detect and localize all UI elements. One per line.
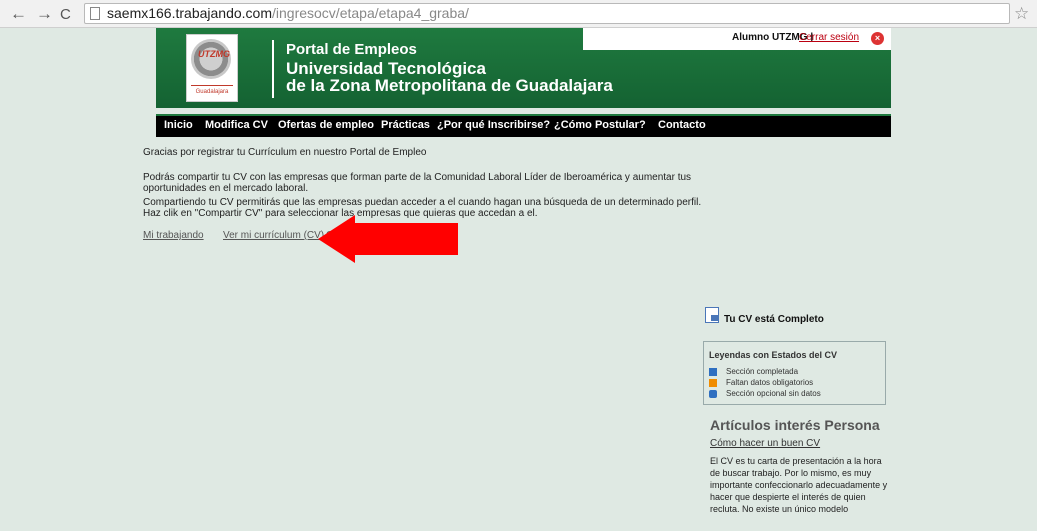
legend-missing: Faltan datos obligatorios bbox=[726, 378, 814, 387]
article-body: El CV es tu carta de presentación a la h… bbox=[710, 456, 888, 514]
back-icon[interactable]: ← bbox=[10, 4, 27, 24]
legend-title: Leyendas con Estados del CV bbox=[709, 350, 838, 360]
nav-practicas[interactable]: Prácticas bbox=[381, 119, 430, 131]
browser-toolbar: ← → C saemx166.trabajando.com/ingresocv/… bbox=[0, 0, 1037, 28]
legend-optional: Sección opcional sin datos bbox=[726, 389, 821, 398]
reload-icon[interactable]: C bbox=[60, 5, 71, 25]
mi-trabajando-link[interactable]: Mi trabajando bbox=[143, 230, 204, 241]
logo-subtext: Guadalajara bbox=[191, 85, 233, 98]
share-text-1: Podrás compartir tu CV con las empresas … bbox=[143, 172, 692, 183]
article-link[interactable]: Cómo hacer un buen CV bbox=[710, 438, 820, 449]
arrow-shape bbox=[318, 215, 458, 263]
share-text-2: oportunidades en el mercado laboral. bbox=[143, 183, 309, 194]
bookmark-star-icon[interactable]: ☆ bbox=[1014, 4, 1029, 24]
thanks-message: Gracias por registrar tu Currículum en n… bbox=[143, 147, 427, 158]
url-host: saemx166.trabajando.com bbox=[107, 5, 272, 21]
url-text: saemx166.trabajando.com/ingresocv/etapa/… bbox=[107, 5, 469, 21]
close-icon[interactable]: × bbox=[871, 32, 884, 45]
site-header: UTZMG Guadalajara Portal de Empleos Univ… bbox=[156, 28, 891, 108]
forward-icon[interactable]: → bbox=[36, 4, 53, 24]
articles-title: Artículos interés Persona bbox=[710, 417, 880, 433]
logout-link[interactable]: Cerrar sesión bbox=[799, 32, 859, 43]
utzmg-logo[interactable]: UTZMG Guadalajara bbox=[186, 34, 238, 102]
nav-como-postular[interactable]: ¿Cómo Postular? bbox=[554, 119, 646, 131]
address-bar[interactable]: saemx166.trabajando.com/ingresocv/etapa/… bbox=[84, 3, 1010, 24]
nav-inicio[interactable]: Inicio bbox=[164, 119, 193, 131]
missing-icon bbox=[709, 379, 717, 387]
cv-complete-label: Tu CV está Completo bbox=[724, 314, 824, 325]
completed-icon bbox=[709, 368, 717, 376]
logo-text: UTZMG bbox=[198, 49, 230, 59]
header-divider bbox=[272, 40, 274, 98]
cv-status-legend: Leyendas con Estados del CV Sección comp… bbox=[703, 341, 886, 405]
main-nav: Inicio Modifica CV Ofertas de empleo Prá… bbox=[156, 114, 891, 137]
nav-ofertas[interactable]: Ofertas de empleo bbox=[278, 119, 374, 131]
browser-menu-icon[interactable]: ⋮ bbox=[1031, 4, 1037, 22]
ver-cv-link[interactable]: Ver mi currículum (CV) bbox=[223, 230, 324, 241]
university-name-line2: de la Zona Metropolitana de Guadalajara bbox=[286, 76, 613, 95]
optional-icon bbox=[709, 390, 717, 398]
cv-complete-icon bbox=[705, 307, 719, 323]
share-text-3: Compartiendo tu CV permitirás que las em… bbox=[143, 197, 702, 208]
nav-modifica-cv[interactable]: Modifica CV bbox=[205, 119, 268, 131]
nav-contacto[interactable]: Contacto bbox=[658, 119, 706, 131]
nav-por-que[interactable]: ¿Por qué Inscribirse? bbox=[437, 119, 550, 131]
red-arrow-annotation bbox=[318, 215, 458, 263]
logo-seal bbox=[191, 39, 231, 79]
portal-title: Portal de Empleos bbox=[286, 41, 417, 58]
url-path: /ingresocv/etapa/etapa4_graba/ bbox=[272, 5, 469, 21]
page-icon bbox=[90, 7, 100, 20]
legend-completed: Sección completada bbox=[726, 367, 799, 376]
user-box: Alumno UTZMG | Cerrar sesión × bbox=[583, 28, 891, 50]
